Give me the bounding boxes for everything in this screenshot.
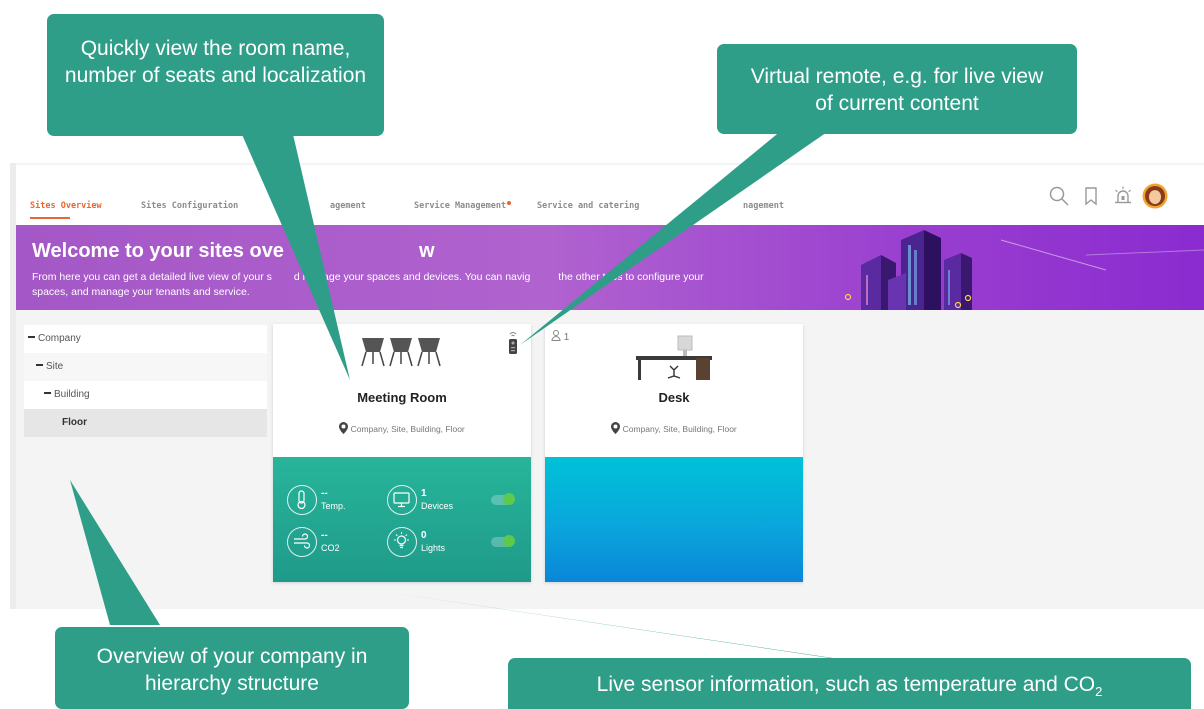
callout-room-info: Quickly view the room name, number of se… <box>47 14 384 136</box>
seat-count-value: 1 <box>563 332 570 343</box>
co2-label: CO2 <box>321 543 340 553</box>
room-location-text: Company, Site, Building, Floor <box>622 424 737 434</box>
callout-sensors: Live sensor information, such as tempera… <box>508 658 1191 709</box>
toggle-knob <box>503 493 515 505</box>
collapse-icon[interactable] <box>44 392 51 395</box>
bookmark-icon[interactable] <box>1080 185 1102 207</box>
desk-image <box>636 335 712 380</box>
room-name: Meeting Room <box>357 390 447 405</box>
site-hierarchy-tree: Company Site Building Floor <box>24 325 267 437</box>
lights-value: 0 <box>421 530 427 541</box>
location-pin-icon <box>611 422 621 434</box>
lights-toggle[interactable] <box>491 535 515 547</box>
collapse-icon[interactable] <box>36 364 43 367</box>
meeting-chairs-image <box>361 338 441 367</box>
temperature-label: Temp. <box>321 501 346 511</box>
temperature-value: -- <box>321 488 328 499</box>
banner-text-a: From here you can get a detailed live vi… <box>32 271 272 283</box>
tab-service-management[interactable]: Service Management <box>414 201 512 211</box>
tree-item-label: Floor <box>62 417 87 428</box>
bulb-icon <box>387 527 417 557</box>
tree-item-label: Site <box>46 361 64 372</box>
tab-sites-overview[interactable]: Sites Overview <box>30 201 102 211</box>
room-location: Company, Site, Building, Floor <box>273 422 531 434</box>
top-navigation: Sites Overview Sites Configuration ageme… <box>16 165 1204 225</box>
lights-label: Lights <box>421 543 446 553</box>
sensor-panel: -- Temp. 1 Devices -- CO2 0 Lights <box>273 457 531 582</box>
co2-value: -- <box>321 530 328 541</box>
toggle-knob <box>503 535 515 547</box>
wind-icon <box>287 527 317 557</box>
room-location: Company, Site, Building, Floor <box>545 422 803 434</box>
tab-service-and-catering[interactable]: Service and catering <box>537 201 639 211</box>
person-icon <box>551 330 561 341</box>
monitor-icon <box>387 485 417 515</box>
banner-text-line2: spaces, and manage your tenants and serv… <box>32 286 250 298</box>
avatar[interactable] <box>1142 183 1168 209</box>
collapse-icon[interactable] <box>28 336 35 339</box>
banner-text-b: d manage your spaces and devices. You ca… <box>293 271 531 283</box>
tree-item-site[interactable]: Site <box>24 353 267 381</box>
tree-item-label: Building <box>54 389 90 400</box>
devices-value: 1 <box>421 488 427 499</box>
banner-title-left: Welcome to your sites ove <box>32 240 284 262</box>
banner-title-right: w <box>418 240 435 262</box>
tree-item-label: Company <box>38 333 81 344</box>
banner-title: Welcome to your sites ove w <box>32 240 435 263</box>
city-illustration <box>844 230 1204 310</box>
tab-management-partial-2[interactable]: nagement <box>743 201 784 211</box>
tab-sites-configuration[interactable]: Sites Configuration <box>141 201 238 211</box>
room-location-text: Company, Site, Building, Floor <box>350 424 465 434</box>
location-pin-icon <box>339 422 349 434</box>
callout-sensors-text: Live sensor information, such as tempera… <box>596 673 1096 696</box>
sensor-panel <box>545 457 803 582</box>
active-tab-indicator <box>30 217 70 219</box>
tree-item-company[interactable]: Company <box>24 325 267 353</box>
tree-item-floor[interactable]: Floor <box>24 409 267 437</box>
callout-remote: Virtual remote, e.g. for live view of cu… <box>717 44 1077 134</box>
banner-text-c: the other tabs to configure your <box>558 271 704 283</box>
room-card-meeting-room[interactable]: Meeting Room Company, Site, Building, Fl… <box>273 324 531 582</box>
tree-item-building[interactable]: Building <box>24 381 267 409</box>
alarm-icon[interactable] <box>1112 185 1134 207</box>
banner-description: From here you can get a detailed live vi… <box>32 270 812 300</box>
seat-count: 1 <box>551 330 569 343</box>
tab-management-partial[interactable]: agement <box>330 201 366 211</box>
callout-hierarchy: Overview of your company in hierarchy st… <box>55 627 409 709</box>
welcome-banner: Welcome to your sites ove w From here you… <box>16 225 1204 310</box>
slide: Sites Overview Sites Configuration ageme… <box>0 0 1204 709</box>
remote-control-icon[interactable] <box>507 331 519 355</box>
room-name: Desk <box>658 390 690 405</box>
search-icon[interactable] <box>1048 185 1070 207</box>
notification-dot <box>507 201 512 205</box>
devices-toggle[interactable] <box>491 493 515 505</box>
devices-label: Devices <box>421 501 454 511</box>
thermometer-icon <box>287 485 317 515</box>
callout-sensors-subscript: 2 <box>1095 684 1103 700</box>
room-card-desk[interactable]: 1 Desk Company, Site, Building, Floor <box>545 324 803 582</box>
tab-service-management-label: Service Management <box>414 201 507 211</box>
